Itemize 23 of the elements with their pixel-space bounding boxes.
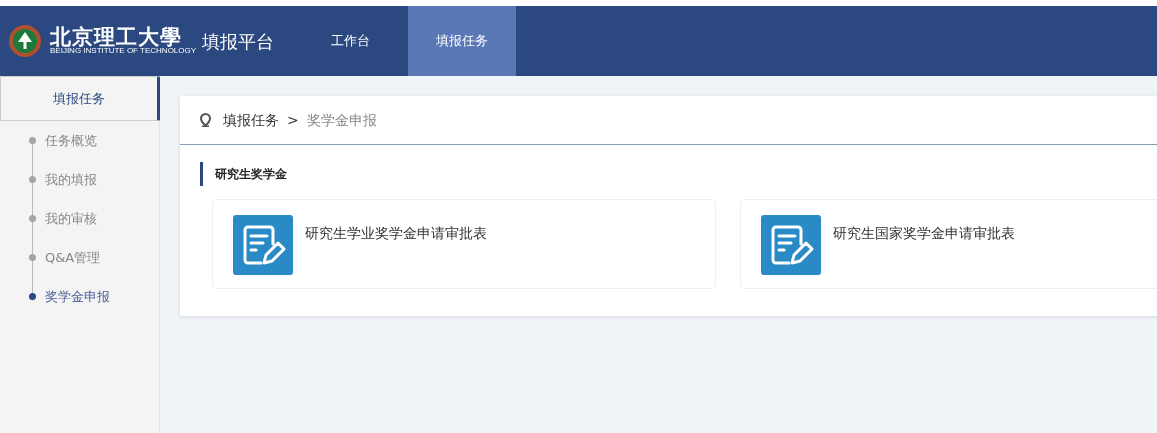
- form-card[interactable]: 研究生国家奖学金申请审批表: [740, 199, 1157, 289]
- sidebar-heading[interactable]: 填报任务: [0, 76, 160, 121]
- university-logo: [8, 24, 42, 58]
- sidebar-item[interactable]: 我的填报: [45, 160, 97, 199]
- sidebar-item[interactable]: Q&A管理: [45, 238, 101, 277]
- breadcrumb-link[interactable]: 填报任务: [223, 109, 279, 131]
- form-card[interactable]: 研究生学业奖学金申请审批表: [212, 199, 716, 289]
- logo-text: 北京理工大學: [50, 26, 182, 48]
- nav-tab[interactable]: 工作台: [300, 6, 400, 76]
- form-edit-icon: [233, 215, 293, 275]
- logo-subtitle: BEIJING INSTITUTE OF TECHNOLOGY: [50, 47, 197, 56]
- breadcrumb-current: 奖学金申报: [306, 110, 377, 130]
- sidebar-item[interactable]: 奖学金申报: [45, 277, 110, 316]
- card-title: 研究生学业奖学金申请审批表: [305, 224, 487, 243]
- sidebar-item[interactable]: 我的审核: [45, 199, 97, 238]
- sidebar-item[interactable]: 任务概览: [45, 121, 97, 160]
- breadcrumb-separator: >: [287, 110, 299, 130]
- card-title: 研究生国家奖学金申请审批表: [833, 224, 1015, 243]
- platform-title: 填报平台: [202, 29, 275, 54]
- location-icon: [200, 113, 211, 127]
- form-edit-icon: [761, 215, 821, 275]
- section-title: 研究生奖学金: [200, 162, 1157, 186]
- nav-tab[interactable]: 填报任务: [408, 6, 516, 76]
